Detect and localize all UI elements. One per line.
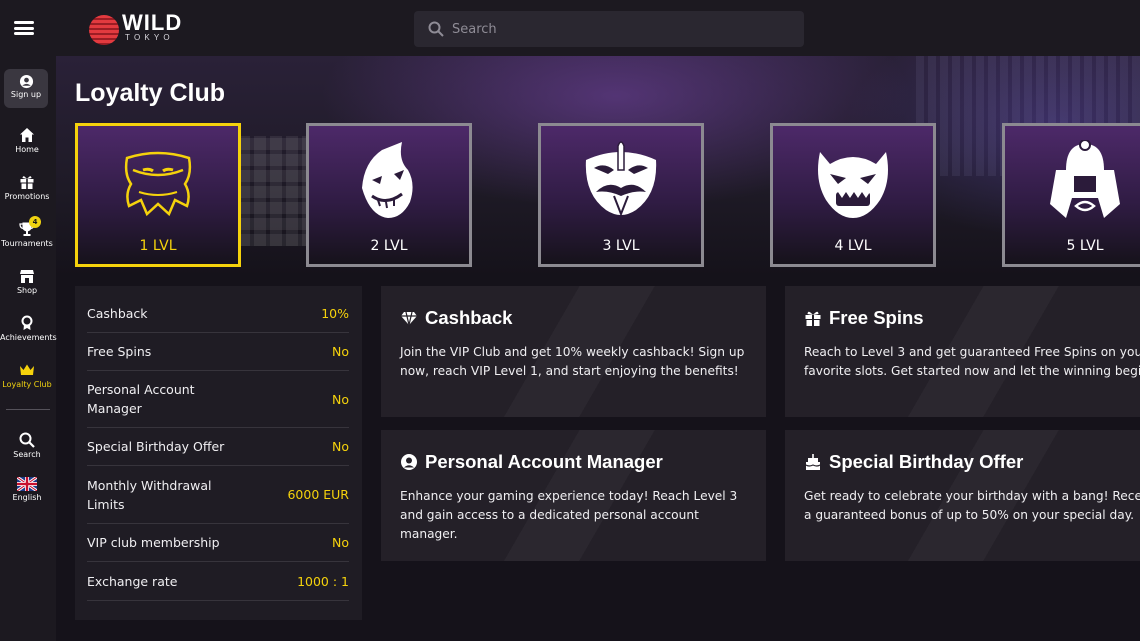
- benefit-label: Cashback: [87, 306, 148, 321]
- feature-card-personal-manager: Personal Account Manager Enhance your ga…: [381, 430, 766, 561]
- hamburger-menu-icon[interactable]: [12, 18, 36, 38]
- level-label: 4 LVL: [834, 238, 872, 254]
- cake-icon: [805, 454, 821, 470]
- logo-subtitle: TOKYO: [125, 33, 174, 42]
- benefit-value: No: [332, 439, 349, 454]
- logo[interactable]: WILD TOKYO: [89, 10, 189, 45]
- signup-label: Sign up: [10, 90, 42, 99]
- level-label: 5 LVL: [1066, 238, 1104, 254]
- gift-icon: [20, 176, 34, 189]
- page-title: Loyalty Club: [75, 79, 226, 107]
- benefit-row: Monthly Withdrawal Limits 6000 EUR: [87, 466, 349, 524]
- feature-card-cashback: Cashback Join the VIP Club and get 10% w…: [381, 286, 766, 417]
- benefit-label: Free Spins: [87, 344, 152, 359]
- benefit-value: 1000 : 1: [297, 573, 349, 589]
- tournaments-count-badge: 4: [29, 216, 41, 228]
- user-add-icon: [19, 74, 33, 89]
- search-bar[interactable]: [414, 11, 804, 47]
- sidebar-item-label: Achievements: [0, 333, 57, 342]
- sidebar-item-language[interactable]: English: [0, 477, 54, 502]
- feature-text: Reach to Level 3 and get guaranteed Free…: [804, 345, 1140, 378]
- benefit-row: Cashback 10%: [87, 295, 349, 333]
- feature-text: Get ready to celebrate your birthday wit…: [804, 489, 1140, 522]
- level-label: 1 LVL: [139, 238, 177, 254]
- logo-sun-icon: [89, 15, 119, 45]
- benefit-value: No: [332, 344, 349, 359]
- feature-title: Free Spins: [829, 307, 924, 328]
- benefit-label: Exchange rate: [87, 573, 178, 589]
- benefit-row: VIP club membership No: [87, 524, 349, 562]
- benefit-label: Special Birthday Offer: [87, 439, 225, 454]
- signup-button[interactable]: Sign up: [4, 69, 48, 108]
- feature-title: Personal Account Manager: [425, 451, 663, 472]
- medal-icon: [21, 315, 33, 330]
- level-label: 3 LVL: [602, 238, 640, 254]
- sidebar-item-label: Tournaments: [1, 239, 53, 248]
- sidebar-item-label: Search: [13, 450, 41, 459]
- benefit-label: Personal Account Manager: [87, 382, 195, 416]
- sidebar-item-label: Promotions: [4, 192, 50, 201]
- sidebar-item-achievements[interactable]: Achievements: [0, 315, 57, 342]
- level-card-5[interactable]: 5 LVL: [1002, 123, 1140, 267]
- feature-title: Cashback: [425, 307, 513, 328]
- sidebar-item-search[interactable]: Search: [0, 432, 54, 459]
- feature-title: Special Birthday Offer: [829, 451, 1024, 472]
- level-card-2[interactable]: 2 LVL: [306, 123, 472, 267]
- sidebar-item-loyalty-club[interactable]: Loyalty Club: [0, 362, 54, 389]
- kitsune-mask-icon: [362, 142, 413, 218]
- search-icon: [19, 432, 35, 448]
- tengu-mask-icon: [585, 141, 657, 217]
- oni-mask-icon: [818, 152, 888, 218]
- benefit-value: 10%: [321, 306, 349, 321]
- search-icon: [428, 21, 444, 37]
- sidebar-item-shop[interactable]: Shop: [0, 268, 54, 295]
- benefits-table: Cashback 10% Free Spins No Personal Acco…: [75, 286, 362, 620]
- samurai-helmet-icon: [1050, 140, 1120, 218]
- feature-card-free-spins: Free Spins Reach to Level 3 and get guar…: [785, 286, 1140, 417]
- uk-flag-icon: [17, 477, 37, 491]
- benefit-value: No: [332, 535, 349, 550]
- sidebar-item-promotions[interactable]: Promotions: [0, 174, 54, 201]
- gift-icon: [805, 311, 821, 326]
- level-label: 2 LVL: [370, 238, 408, 254]
- benefit-row: Personal Account Manager No: [87, 371, 349, 428]
- search-input[interactable]: [452, 21, 792, 37]
- sidebar-item-label: Home: [15, 145, 39, 154]
- level-card-4[interactable]: 4 LVL: [770, 123, 936, 267]
- level-card-1[interactable]: 1 LVL: [75, 123, 241, 267]
- feature-card-birthday: Special Birthday Offer Get ready to cele…: [785, 430, 1140, 561]
- benefit-row: Exchange rate 1000 : 1: [87, 562, 349, 601]
- sidebar: Sign up Home Promotions 4 Tournaments Sh…: [0, 56, 57, 641]
- level-card-3[interactable]: 3 LVL: [538, 123, 704, 267]
- sidebar-divider: [6, 409, 50, 410]
- sidebar-item-tournaments[interactable]: 4 Tournaments: [0, 216, 54, 248]
- feature-text: Join the VIP Club and get 10% weekly cas…: [400, 345, 745, 378]
- sidebar-item-home[interactable]: Home: [0, 127, 54, 154]
- benefit-row: Free Spins No: [87, 333, 349, 371]
- benefit-row: Special Birthday Offer No: [87, 428, 349, 466]
- sidebar-item-label: English: [12, 493, 42, 502]
- benefit-label: Monthly Withdrawal Limits: [87, 477, 212, 512]
- sidebar-item-label: Shop: [16, 286, 38, 295]
- bandana-mask-icon: [124, 151, 192, 217]
- benefit-label: VIP club membership: [87, 535, 220, 550]
- benefit-value: No: [332, 391, 349, 407]
- shop-icon: [20, 270, 34, 283]
- feature-text: Enhance your gaming experience today! Re…: [400, 489, 738, 541]
- diamond-icon: [401, 311, 417, 326]
- sidebar-item-label: Loyalty Club: [2, 380, 52, 389]
- benefit-value: 6000 EUR: [287, 487, 349, 502]
- manager-icon: [401, 454, 417, 470]
- home-icon: [20, 128, 34, 142]
- top-bar: WILD TOKYO: [0, 0, 1140, 56]
- crown-icon: [20, 364, 34, 375]
